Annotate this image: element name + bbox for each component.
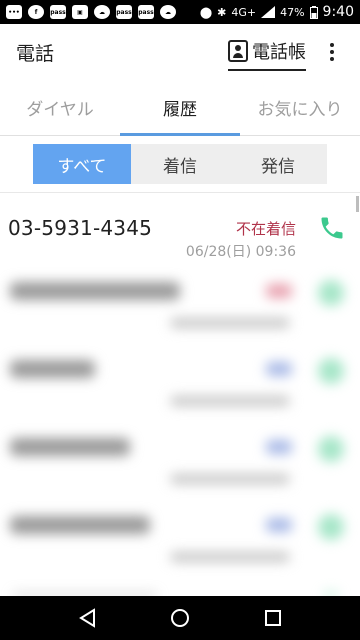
pass-icon: pass: [50, 5, 66, 19]
phonebook-button[interactable]: 電話帳: [228, 34, 306, 71]
recents-icon: [265, 610, 282, 626]
more-options-icon[interactable]: [320, 43, 344, 61]
obscured-call-list: [0, 266, 360, 596]
list-item[interactable]: [0, 344, 360, 422]
clock: 9:40: [322, 4, 354, 20]
filter-incoming[interactable]: 着信: [131, 144, 229, 184]
signal-icon: [261, 6, 276, 18]
network-label: 4G+: [231, 5, 257, 19]
status-bar: ••• f pass ▣ ☁ pass pass ☁ ⬤ ✱ 4G+ 47% 9…: [0, 0, 360, 24]
battery-label: 47%: [280, 5, 305, 19]
call-time: 06/28(日) 09:36: [185, 244, 296, 260]
weather-icon: ☁: [160, 5, 176, 19]
page-title: 電話: [16, 42, 55, 65]
bluetooth-icon: ✱: [217, 5, 227, 19]
filter-outgoing[interactable]: 発信: [229, 144, 327, 184]
home-button[interactable]: [165, 603, 195, 633]
divider: [0, 192, 360, 193]
call-type: 不在着信: [235, 220, 296, 238]
message-icon: •••: [6, 5, 22, 19]
tab-favorites[interactable]: お気に入り: [240, 80, 360, 135]
weather-icon: ☁: [94, 5, 110, 19]
battery-icon: [309, 5, 318, 19]
list-item[interactable]: [0, 266, 360, 344]
phonebook-label: 電話帳: [252, 41, 306, 63]
location-icon: ⬤: [199, 5, 213, 19]
list-item[interactable]: [0, 578, 360, 596]
recents-button[interactable]: [258, 603, 288, 633]
list-item[interactable]: [0, 500, 360, 578]
navigation-bar: [0, 596, 360, 640]
phone-number: 03-5931-4345: [8, 216, 153, 240]
call-phone-icon[interactable]: [318, 214, 346, 242]
app-bar: 電話 電話帳: [0, 24, 360, 80]
history-filter: すべて 着信 発信: [33, 144, 327, 184]
tab-history[interactable]: 履歴: [120, 80, 240, 136]
back-button[interactable]: [72, 603, 102, 633]
tab-bar: ダイヤル 履歴 お気に入り: [0, 80, 360, 136]
tab-dial[interactable]: ダイヤル: [0, 80, 120, 135]
pass-icon: pass: [138, 5, 154, 19]
facebook-icon: f: [28, 5, 44, 19]
back-icon: [78, 608, 95, 628]
contact-card-icon: [228, 39, 248, 62]
filter-all[interactable]: すべて: [33, 144, 131, 184]
pass-icon: pass: [116, 5, 132, 19]
home-icon: [170, 609, 189, 627]
call-log-row[interactable]: 03-5931-4345 不在着信 06/28(日) 09:36: [0, 196, 360, 266]
photo-icon: ▣: [72, 5, 88, 19]
list-item[interactable]: [0, 422, 360, 500]
